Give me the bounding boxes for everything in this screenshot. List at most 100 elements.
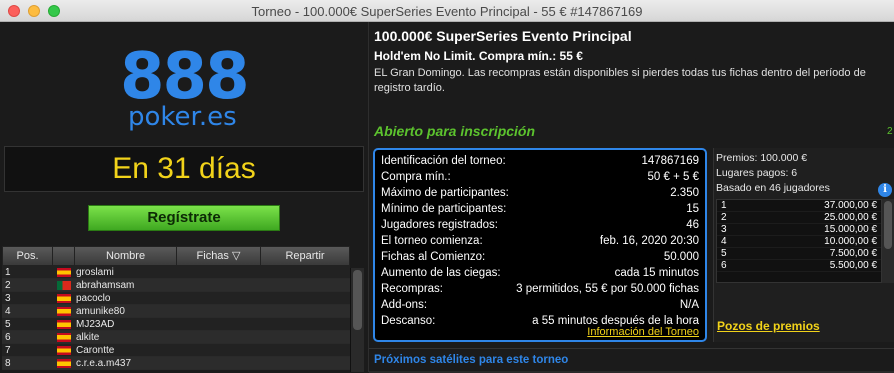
player-flag xyxy=(52,344,74,356)
table-row[interactable]: 6 alkite xyxy=(2,331,350,344)
prizes-table: 1 37.000,00 € 2 25.000,00 € 3 15.000,00 € 4 10.… xyxy=(716,199,882,283)
prize-amount: 10.000,00 € xyxy=(824,236,877,247)
column-header-chips[interactable]: Fichas ▽ xyxy=(177,247,261,265)
player-pos: 2 xyxy=(5,280,11,291)
player-pos: 6 xyxy=(5,332,11,343)
prize-amount: 37.000,00 € xyxy=(824,200,877,211)
info-row: Mínimo de participantes: 15 xyxy=(381,201,699,217)
flag-icon xyxy=(57,281,71,290)
window-titlebar: Torneo - 100.000€ SuperSeries Evento Pri… xyxy=(0,0,894,22)
column-header-name[interactable]: Nombre xyxy=(75,247,177,265)
info-value: 3 permitidos, 55 € por 50.000 fichas xyxy=(516,283,699,295)
prize-amount: 7.500,00 € xyxy=(829,248,877,259)
prize-place: 2 xyxy=(721,212,727,223)
tournament-info-list: Identificación del torneo: 147867169 Compr… xyxy=(381,153,699,329)
prizes-based-on: Basado en 46 jugadores xyxy=(716,182,830,194)
table-row[interactable]: 8 c.r.e.a.m437 xyxy=(2,357,350,370)
sort-down-icon: ▽ xyxy=(232,250,241,262)
info-value: 50 € + 5 € xyxy=(647,171,699,183)
players-scrollbar-thumb[interactable] xyxy=(353,270,362,330)
info-label: Aumento de las ciegas: xyxy=(381,267,501,279)
column-header-flag[interactable] xyxy=(53,247,75,265)
right-panel: 100.000€ SuperSeries Evento Principal Ho… xyxy=(368,22,894,373)
satellites-label[interactable]: Próximos satélites para este torneo xyxy=(374,354,568,366)
table-row[interactable]: 3 pacoclo xyxy=(2,292,350,305)
info-label: Recompras: xyxy=(381,283,443,295)
flag-icon xyxy=(57,307,71,316)
tournament-description: EL Gran Domingo. Las recompras están dis… xyxy=(374,67,866,94)
info-row: Compra mín.: 50 € + 5 € xyxy=(381,169,699,185)
player-flag xyxy=(52,292,74,304)
player-pos: 5 xyxy=(5,319,11,330)
player-name: pacoclo xyxy=(76,293,111,304)
player-pos: 8 xyxy=(5,358,11,369)
prize-amount: 25.000,00 € xyxy=(824,212,877,223)
prize-row: 2 25.000,00 € xyxy=(717,212,881,224)
tournament-status: Abierto para inscripción xyxy=(374,123,536,139)
player-flag xyxy=(52,357,74,369)
prize-place: 3 xyxy=(721,224,727,235)
player-name: abrahamsam xyxy=(76,280,135,291)
player-flag xyxy=(52,331,74,343)
register-button[interactable]: Regístrate xyxy=(88,205,280,231)
info-label: Mínimo de participantes: xyxy=(381,203,507,215)
info-label: Descanso: xyxy=(381,315,436,327)
info-value: 50.000 xyxy=(663,251,699,263)
info-value: 46 xyxy=(686,219,699,231)
players-table-header: Pos. Nombre Fichas ▽ Repartir xyxy=(2,246,350,266)
info-label: Compra mín.: xyxy=(381,171,451,183)
info-row: Identificación del torneo: 147867169 xyxy=(381,153,699,169)
players-scrollbar[interactable] xyxy=(350,268,364,372)
player-pos: 4 xyxy=(5,306,11,317)
table-row[interactable]: 4 amunike80 xyxy=(2,305,350,318)
player-name: c.r.e.a.m437 xyxy=(76,358,132,369)
info-icon[interactable]: i xyxy=(878,183,892,197)
satellites-section: Próximos satélites para este torneo xyxy=(369,348,894,373)
player-pos: 1 xyxy=(5,267,11,278)
player-name: amunike80 xyxy=(76,306,125,317)
info-value: feb. 16, 2020 20:30 xyxy=(599,235,699,247)
prize-row: 1 37.000,00 € xyxy=(717,200,881,212)
info-row: Fichas al Comienzo: 50.000 xyxy=(381,249,699,265)
column-header-pos[interactable]: Pos. xyxy=(3,247,53,265)
tournament-info-link[interactable]: Información del Torneo xyxy=(587,326,699,338)
info-row: Máximo de participantes: 2.350 xyxy=(381,185,699,201)
info-row: Add-ons: N/A xyxy=(381,297,699,313)
table-row[interactable]: 1 groslami xyxy=(2,266,350,279)
prize-place: 4 xyxy=(721,236,727,247)
countdown-display: En 31 días xyxy=(4,146,364,192)
info-value: cada 15 minutos xyxy=(614,267,699,279)
player-name: groslami xyxy=(76,267,114,278)
prizes-scrollbar[interactable] xyxy=(882,199,894,283)
player-name: alkite xyxy=(76,332,100,343)
player-flag xyxy=(52,266,74,278)
prizes-scrollbar-thumb[interactable] xyxy=(884,201,892,249)
prize-place: 1 xyxy=(721,200,727,211)
player-pos: 7 xyxy=(5,345,11,356)
brand-logo: 888 poker.es xyxy=(110,40,250,150)
table-row[interactable]: 7 Carontte xyxy=(2,344,350,357)
prizes-total: Premios: 100.000 € xyxy=(716,152,808,164)
info-value: N/A xyxy=(679,299,699,311)
info-label: Jugadores registrados: xyxy=(381,219,498,231)
players-table: Pos. Nombre Fichas ▽ Repartir 1 groslami 2… xyxy=(2,246,350,370)
prize-pools-link[interactable]: Pozos de premios xyxy=(717,319,820,333)
table-row[interactable]: 5 MJ23AD xyxy=(2,318,350,331)
info-label: Identificación del torneo: xyxy=(381,155,506,167)
prize-place: 5 xyxy=(721,248,727,259)
flag-icon xyxy=(57,294,71,303)
info-value: 15 xyxy=(686,203,699,215)
info-row: Aumento de las ciegas: cada 15 minutos xyxy=(381,265,699,281)
flag-icon xyxy=(57,333,71,342)
player-flag xyxy=(52,305,74,317)
player-name: Carontte xyxy=(76,345,115,356)
info-label: Fichas al Comienzo: xyxy=(381,251,486,263)
prize-row: 6 5.500,00 € xyxy=(717,260,881,272)
info-label: Máximo de participantes: xyxy=(381,187,509,199)
column-header-split[interactable]: Repartir xyxy=(261,247,349,265)
table-row[interactable]: 2 abrahamsam xyxy=(2,279,350,292)
column-header-chips-label: Fichas xyxy=(196,250,229,262)
info-row: El torneo comienza: feb. 16, 2020 20:30 xyxy=(381,233,699,249)
prize-row: 4 10.000,00 € xyxy=(717,236,881,248)
flag-icon xyxy=(57,359,71,368)
